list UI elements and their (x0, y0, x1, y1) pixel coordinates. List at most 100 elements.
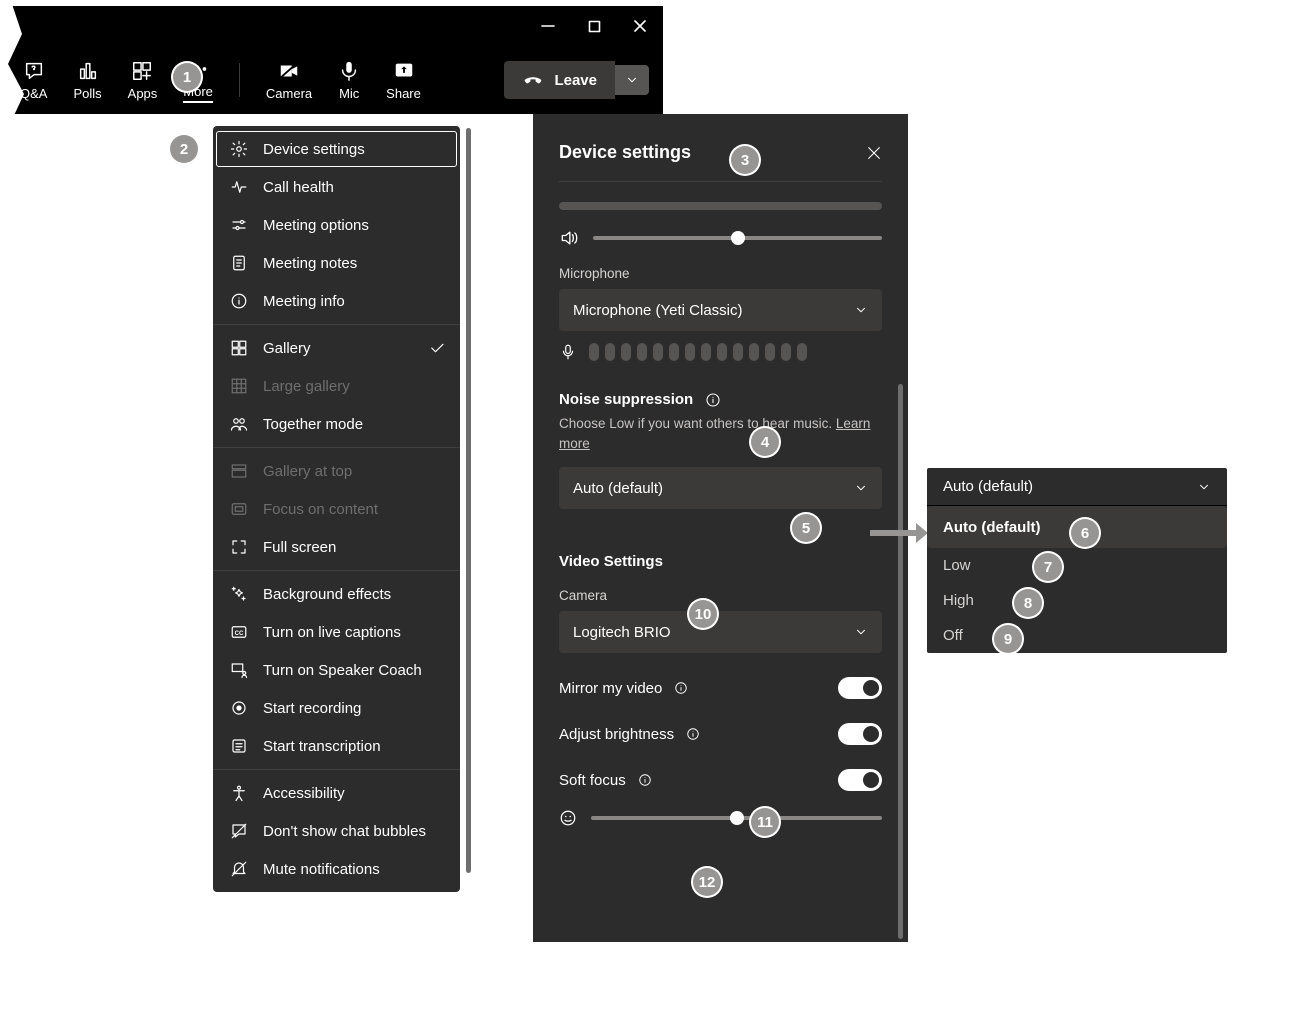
menu-label: Don't show chat bubbles (263, 823, 426, 840)
mic-label: Mic (339, 86, 359, 101)
info-icon[interactable] (705, 392, 721, 408)
badge-12: 12 (693, 868, 721, 896)
menu-gallery[interactable]: Gallery (213, 329, 460, 367)
maximize-button[interactable] (571, 6, 617, 46)
share-button[interactable]: Share (386, 60, 421, 101)
menu-gallery-top: Gallery at top (213, 452, 460, 490)
people-icon (229, 414, 249, 434)
close-window-button[interactable] (617, 6, 663, 46)
cc-icon: CC (229, 622, 249, 642)
camera-off-icon (278, 60, 300, 82)
chevron-down-icon (854, 481, 868, 495)
menu-start-transcription[interactable]: Start transcription (213, 727, 460, 765)
menu-mute-notifications[interactable]: Mute notifications (213, 850, 460, 888)
large-grid-icon (229, 376, 249, 396)
apps-button[interactable]: Apps (128, 60, 158, 101)
soft-focus-toggle[interactable] (838, 769, 882, 791)
panel-title: Device settings (559, 142, 691, 163)
leave-options-button[interactable] (615, 65, 649, 95)
menu-separator (213, 447, 460, 448)
qa-label: Q&A (20, 86, 47, 101)
activity-icon (229, 177, 249, 197)
menu-hide-chat-bubbles[interactable]: Don't show chat bubbles (213, 812, 460, 850)
leave-group: Leave (504, 61, 649, 99)
menu-meeting-info[interactable]: Meeting info (213, 282, 460, 320)
badge-11: 11 (751, 808, 779, 836)
apps-icon (131, 60, 153, 82)
dropdown-option-high[interactable]: High (927, 583, 1227, 618)
menu-meeting-options[interactable]: Meeting options (213, 206, 460, 244)
share-label: Share (386, 86, 421, 101)
minimize-button[interactable] (525, 6, 571, 46)
record-icon (229, 698, 249, 718)
window-titlebar (525, 6, 663, 46)
info-icon[interactable] (638, 773, 652, 787)
menu-separator (213, 769, 460, 770)
menu-label: Start recording (263, 700, 361, 717)
camera-label: Camera (266, 86, 312, 101)
menu-background-effects[interactable]: Background effects (213, 575, 460, 613)
dropdown-option-off[interactable]: Off (927, 618, 1227, 653)
chevron-down-icon (1197, 480, 1211, 494)
menu-label: Gallery at top (263, 463, 352, 480)
dropdown-option-low[interactable]: Low (927, 548, 1227, 583)
device-settings-panel: Device settings Microphone Microphone (Y… (533, 114, 908, 942)
notes-icon (229, 253, 249, 273)
speaker-volume-row (559, 228, 882, 248)
menu-together-mode[interactable]: Together mode (213, 405, 460, 443)
menu-label: Meeting options (263, 217, 369, 234)
menu-label: Accessibility (263, 785, 345, 802)
badge-8: 8 (1014, 589, 1042, 617)
mirror-toggle[interactable] (838, 677, 882, 699)
info-icon (229, 291, 249, 311)
menu-label: Focus on content (263, 501, 378, 518)
microphone-select[interactable]: Microphone (Yeti Classic) (559, 289, 882, 331)
menu-label: Meeting notes (263, 255, 357, 272)
noise-suppression-dropdown: Auto (default) Auto (default) Low High O… (927, 468, 1227, 653)
brightness-toggle[interactable] (838, 723, 882, 745)
chat-off-icon (229, 821, 249, 841)
soft-focus-label: Soft focus (559, 772, 626, 789)
chevron-down-icon (854, 303, 868, 317)
leave-button[interactable]: Leave (504, 61, 615, 99)
info-icon[interactable] (674, 681, 688, 695)
menu-scrollbar[interactable] (466, 128, 471, 873)
menu-meeting-notes[interactable]: Meeting notes (213, 244, 460, 282)
close-panel-button[interactable] (866, 145, 882, 161)
soft-focus-slider[interactable] (591, 816, 882, 820)
menu-call-health[interactable]: Call health (213, 168, 460, 206)
panel-scrollbar[interactable] (898, 384, 903, 939)
brightness-row: Adjust brightness (559, 723, 882, 745)
menu-label: Mute notifications (263, 861, 380, 878)
noise-suppression-heading: Noise suppression (559, 391, 882, 408)
camera-toggle[interactable]: Camera (266, 60, 312, 101)
mic-toggle[interactable]: Mic (338, 60, 360, 101)
noise-suppression-select[interactable]: Auto (default) (559, 467, 882, 509)
more-menu: Device settings Call health Meeting opti… (213, 126, 460, 892)
torn-edge-lower (6, 114, 28, 926)
dropdown-current[interactable]: Auto (default) (927, 468, 1227, 505)
accessibility-icon (229, 783, 249, 803)
polls-button[interactable]: Polls (73, 60, 101, 101)
gear-icon (229, 139, 249, 159)
badge-10: 10 (689, 600, 717, 628)
fullscreen-icon (229, 537, 249, 557)
menu-label: Meeting info (263, 293, 345, 310)
video-settings-heading: Video Settings (559, 553, 882, 570)
mic-icon (338, 60, 360, 82)
noise-hint: Choose Low if you want others to hear mu… (559, 414, 882, 453)
sparkle-icon (229, 584, 249, 604)
speaker-volume-slider[interactable] (593, 236, 882, 240)
info-icon[interactable] (686, 727, 700, 741)
menu-start-recording[interactable]: Start recording (213, 689, 460, 727)
menu-label: Call health (263, 179, 334, 196)
meeting-toolbar: Q&A Polls Apps More Camera Mic Share (6, 46, 663, 114)
menu-live-captions[interactable]: CC Turn on live captions (213, 613, 460, 651)
menu-label: Turn on live captions (263, 624, 401, 641)
menu-full-screen[interactable]: Full screen (213, 528, 460, 566)
menu-speaker-coach[interactable]: Turn on Speaker Coach (213, 651, 460, 689)
menu-accessibility[interactable]: Accessibility (213, 774, 460, 812)
camera-select[interactable]: Logitech BRIO (559, 611, 882, 653)
menu-device-settings[interactable]: Device settings (217, 132, 456, 166)
qa-button[interactable]: Q&A (20, 60, 47, 101)
